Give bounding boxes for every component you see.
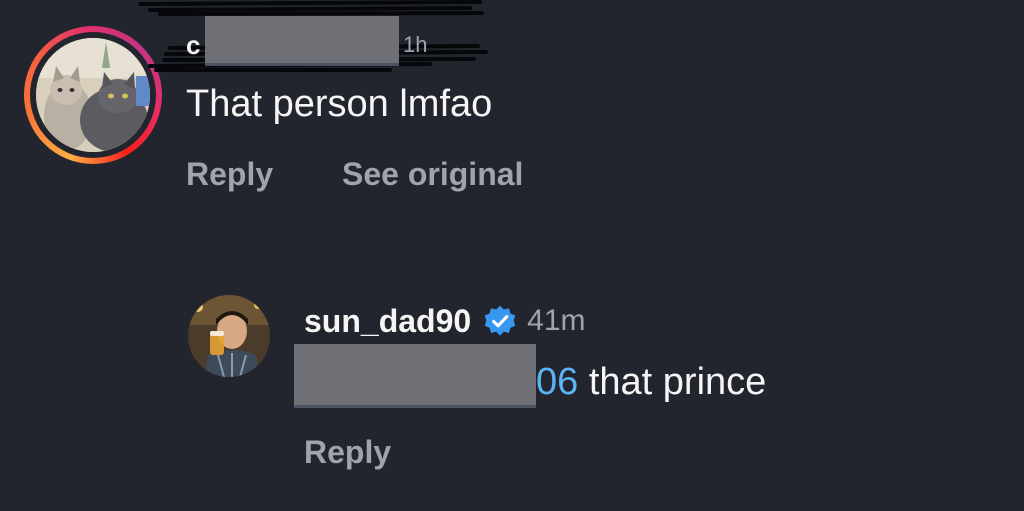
reply-button[interactable]: Reply: [186, 156, 273, 192]
username-redaction: [205, 16, 399, 66]
reply-header: sun_dad90 41m: [304, 300, 586, 342]
comment-timestamp: 1h: [403, 32, 428, 57]
mention-link[interactable]: 06: [536, 361, 578, 403]
reply-timestamp: 41m: [527, 304, 586, 337]
comment-text: That person lmfao: [186, 83, 493, 125]
comment-thread: c 1h That person lmfao Reply See origina…: [0, 0, 1024, 511]
replier-avatar[interactable]: [188, 295, 270, 377]
reply-button-2[interactable]: Reply: [304, 432, 391, 472]
reply-text: that prince: [578, 361, 767, 403]
comment-actions: Reply See original: [186, 154, 523, 194]
replier-username[interactable]: sun_dad90: [304, 303, 471, 340]
commenter-username[interactable]: c: [186, 30, 200, 61]
mention-redaction: [294, 344, 536, 408]
verified-badge-icon: [484, 305, 516, 336]
see-original-button[interactable]: See original: [342, 156, 523, 192]
